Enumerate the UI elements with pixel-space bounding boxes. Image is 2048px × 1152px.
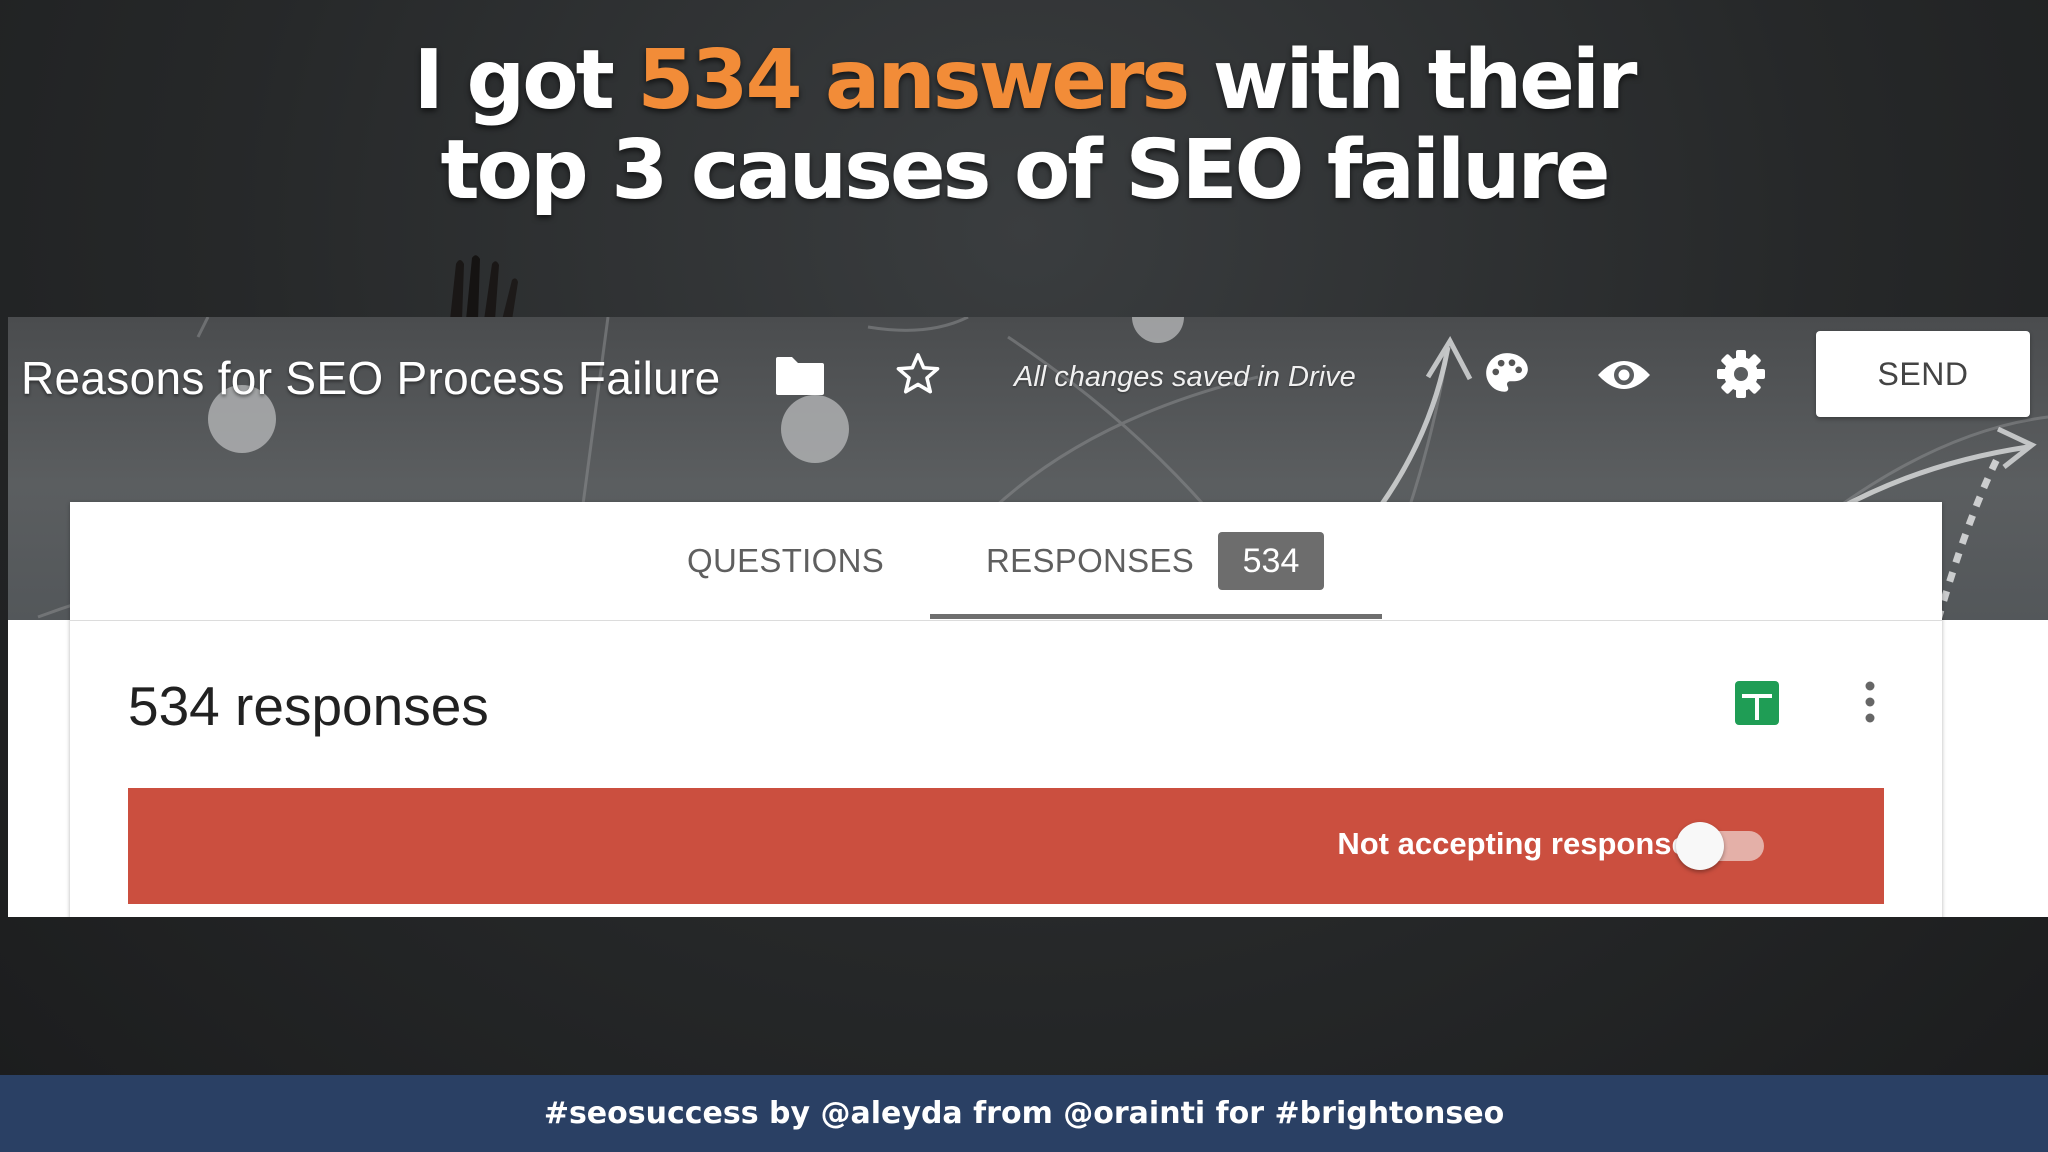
accepting-responses-toggle[interactable]	[1674, 818, 1774, 874]
active-tab-indicator	[930, 614, 1382, 619]
headline-pre: I got	[413, 33, 638, 128]
headline-highlight: 534 answers	[637, 33, 1190, 128]
google-forms-screenshot: Reasons for SEO Process Failure All chan…	[8, 317, 2048, 917]
form-card: QUESTIONS RESPONSES 534 534 responses No…	[70, 502, 1942, 917]
toggle-knob[interactable]	[1676, 822, 1724, 870]
form-tabs: QUESTIONS RESPONSES 534	[70, 502, 1942, 621]
slide-footer: #seosuccess by @aleyda from @orainti for…	[0, 1075, 2048, 1152]
form-title[interactable]: Reasons for SEO Process Failure	[21, 351, 721, 405]
accepting-responses-label: Not accepting responses	[1337, 826, 1706, 861]
palette-icon[interactable]	[1482, 349, 1532, 399]
send-button[interactable]: SEND	[1816, 331, 2030, 417]
accepting-responses-bar: Not accepting responses	[128, 788, 1884, 904]
headline-post: with their	[1187, 33, 1638, 128]
more-vert-icon[interactable]	[1862, 680, 1878, 724]
responses-count-heading: 534 responses	[128, 675, 489, 737]
star-icon[interactable]	[892, 349, 944, 399]
headline-line-2: top 3 causes of SEO failure	[440, 123, 1610, 218]
eye-icon[interactable]	[1596, 355, 1652, 395]
headline-line-1: I got 534 answers with their	[0, 36, 2048, 126]
responses-count-badge: 534	[1218, 532, 1324, 590]
folder-icon[interactable]	[774, 355, 826, 397]
fingertips-image	[450, 255, 518, 320]
tab-responses[interactable]: RESPONSES	[986, 542, 1194, 580]
sheets-icon[interactable]	[1734, 680, 1780, 726]
save-status-text: All changes saved in Drive	[1014, 361, 1356, 393]
gear-icon[interactable]	[1716, 349, 1766, 399]
slide-headline: I got 534 answers with their top 3 cause…	[0, 36, 2048, 216]
tab-questions[interactable]: QUESTIONS	[687, 542, 884, 580]
